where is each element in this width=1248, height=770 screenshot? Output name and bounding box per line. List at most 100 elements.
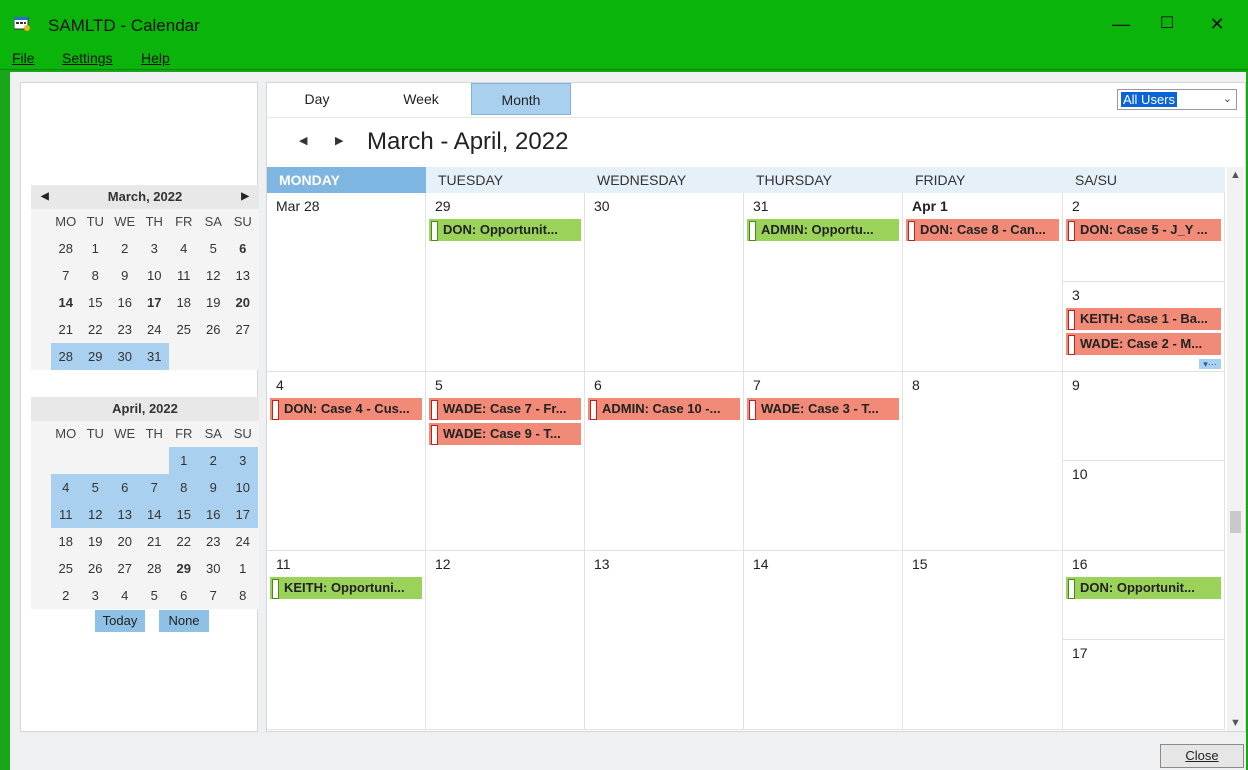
- mini-day[interactable]: 5: [140, 582, 170, 609]
- mini-day[interactable]: 2: [110, 235, 140, 262]
- mini-day[interactable]: 3: [140, 235, 170, 262]
- mini-day[interactable]: 15: [81, 289, 111, 316]
- day-cell[interactable]: 17: [1063, 640, 1225, 730]
- mini-day[interactable]: 24: [228, 528, 258, 555]
- mini-day[interactable]: 13: [228, 262, 258, 289]
- mini-day[interactable]: 10: [228, 474, 258, 501]
- mini-day[interactable]: 23: [199, 528, 229, 555]
- mini-day[interactable]: 1: [81, 235, 111, 262]
- mini-day[interactable]: 6: [110, 474, 140, 501]
- minimize-button[interactable]: —: [1106, 10, 1136, 38]
- day-cell[interactable]: 29 DON: Opportunit...: [426, 193, 585, 372]
- mini-day[interactable]: 29: [80, 343, 110, 370]
- mini-day[interactable]: 20: [228, 289, 258, 316]
- tab-week[interactable]: Week: [371, 83, 471, 115]
- mini-day[interactable]: 5: [199, 235, 229, 262]
- mini-day[interactable]: 28: [51, 235, 81, 262]
- day-cell[interactable]: 6 ADMIN: Case 10 -...: [585, 372, 744, 551]
- vertical-scrollbar[interactable]: ▲ ▼: [1227, 167, 1244, 731]
- mini-day[interactable]: 13: [110, 501, 140, 528]
- calendar-event[interactable]: DON: Case 8 - Can...: [906, 219, 1059, 241]
- calendar-event[interactable]: KEITH: Opportuni...: [270, 577, 422, 599]
- close-button[interactable]: Close: [1160, 744, 1244, 768]
- mini-day[interactable]: 3: [81, 582, 111, 609]
- day-cell[interactable]: 16 DON: Opportunit...: [1063, 551, 1225, 640]
- next-period-icon[interactable]: ▶: [335, 134, 343, 147]
- mini-day[interactable]: 7: [51, 262, 81, 289]
- mini-day[interactable]: 2: [198, 447, 228, 474]
- day-cell[interactable]: 31 ADMIN: Opportu...: [744, 193, 903, 372]
- day-cell[interactable]: 7 WADE: Case 3 - T...: [744, 372, 903, 551]
- mini-day[interactable]: 21: [140, 528, 170, 555]
- mini-day[interactable]: 26: [199, 316, 229, 343]
- mini-day[interactable]: 14: [51, 289, 81, 316]
- mini-day[interactable]: 12: [80, 501, 110, 528]
- mini-day[interactable]: 18: [169, 289, 199, 316]
- day-cell[interactable]: 11 KEITH: Opportuni...: [267, 551, 426, 730]
- mini-day[interactable]: 5: [80, 474, 110, 501]
- mini-day[interactable]: 7: [139, 474, 169, 501]
- mini-day[interactable]: 20: [110, 528, 140, 555]
- day-cell[interactable]: 2 DON: Case 5 - J_Y ...: [1063, 193, 1225, 282]
- mini-day[interactable]: 1: [169, 447, 199, 474]
- mini-day[interactable]: 30: [110, 343, 140, 370]
- mini-day[interactable]: 31: [139, 343, 169, 370]
- none-button[interactable]: None: [159, 610, 209, 632]
- mini-day[interactable]: 4: [110, 582, 140, 609]
- menu-help[interactable]: Help: [141, 50, 170, 66]
- mini-day[interactable]: 23: [110, 316, 140, 343]
- day-cell[interactable]: 9: [1063, 372, 1225, 461]
- menu-file[interactable]: File: [12, 50, 35, 66]
- mini-day[interactable]: 9: [198, 474, 228, 501]
- mini-day[interactable]: 19: [81, 528, 111, 555]
- calendar-event[interactable]: KEITH: Case 1 - Ba...: [1066, 308, 1221, 330]
- scrollbar-thumb[interactable]: [1230, 511, 1241, 533]
- calendar-event[interactable]: WADE: Case 7 - Fr...: [429, 398, 581, 420]
- mini-day[interactable]: 25: [51, 555, 81, 582]
- mini-day[interactable]: 28: [140, 555, 170, 582]
- mini-day[interactable]: 30: [199, 555, 229, 582]
- mini-day[interactable]: 11: [51, 501, 81, 528]
- mini-day[interactable]: 16: [198, 501, 228, 528]
- mini-day[interactable]: 7: [199, 582, 229, 609]
- mini-day[interactable]: 11: [169, 262, 199, 289]
- calendar-event[interactable]: ADMIN: Opportu...: [747, 219, 899, 241]
- mini-day[interactable]: 12: [199, 262, 229, 289]
- day-cell[interactable]: 14: [744, 551, 903, 730]
- close-window-button[interactable]: ✕: [1202, 10, 1232, 38]
- mini-day[interactable]: 16: [110, 289, 140, 316]
- day-cell[interactable]: 10: [1063, 461, 1225, 551]
- calendar-event[interactable]: WADE: Case 9 - T...: [429, 423, 581, 445]
- day-cell[interactable]: Mar 28: [267, 193, 426, 372]
- more-events-icon[interactable]: ▾⋯: [1199, 359, 1221, 369]
- mini-day[interactable]: 4: [169, 235, 199, 262]
- mini-day[interactable]: 1: [228, 555, 258, 582]
- calendar-event[interactable]: WADE: Case 3 - T...: [747, 398, 899, 420]
- maximize-button[interactable]: ☐: [1152, 10, 1182, 38]
- calendar-event[interactable]: DON: Opportunit...: [429, 219, 581, 241]
- mini-day[interactable]: 22: [169, 528, 199, 555]
- mini-day[interactable]: 21: [51, 316, 81, 343]
- mini-day[interactable]: 3: [228, 447, 258, 474]
- mini-day[interactable]: 17: [228, 501, 258, 528]
- prev-month-icon[interactable]: ◀: [41, 185, 49, 209]
- calendar-event[interactable]: DON: Case 4 - Cus...: [270, 398, 422, 420]
- mini-day[interactable]: 15: [169, 501, 199, 528]
- tab-month[interactable]: Month: [471, 83, 571, 115]
- mini-day[interactable]: 26: [81, 555, 111, 582]
- menu-settings[interactable]: Settings: [62, 50, 113, 66]
- mini-day[interactable]: 8: [228, 582, 258, 609]
- calendar-event[interactable]: ADMIN: Case 10 -...: [588, 398, 740, 420]
- day-cell[interactable]: 15: [903, 551, 1063, 730]
- mini-day[interactable]: 27: [228, 316, 258, 343]
- mini-day[interactable]: 10: [140, 262, 170, 289]
- mini-day[interactable]: 24: [140, 316, 170, 343]
- mini-day[interactable]: 27: [110, 555, 140, 582]
- today-button[interactable]: Today: [95, 610, 145, 632]
- mini-day[interactable]: 8: [169, 474, 199, 501]
- day-cell[interactable]: 4 DON: Case 4 - Cus...: [267, 372, 426, 551]
- mini-day[interactable]: 19: [199, 289, 229, 316]
- mini-day[interactable]: 6: [169, 582, 199, 609]
- mini-day[interactable]: 9: [110, 262, 140, 289]
- mini-day[interactable]: 22: [81, 316, 111, 343]
